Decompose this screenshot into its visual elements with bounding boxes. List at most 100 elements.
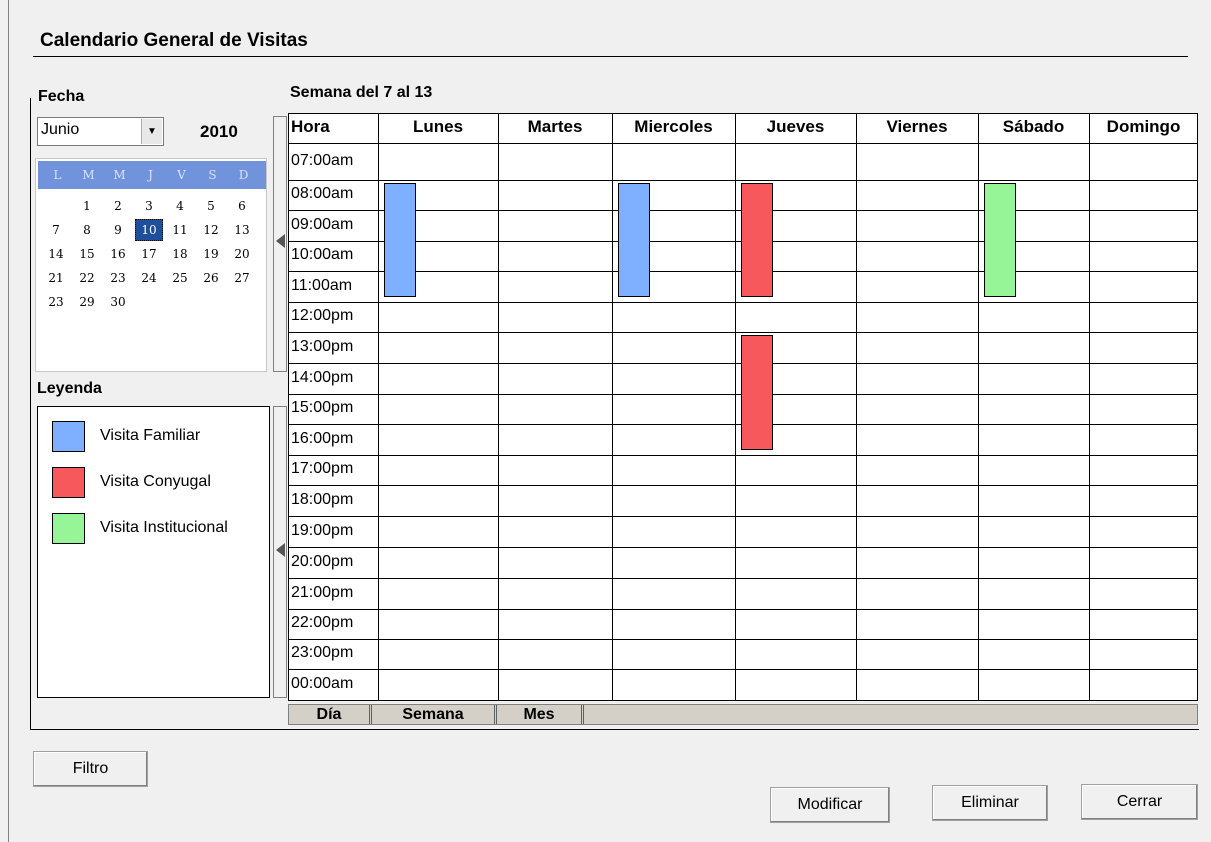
visit-event-block[interactable] — [741, 335, 773, 450]
visit-event-block[interactable] — [384, 183, 416, 297]
calendar-day[interactable]: 7 — [42, 219, 70, 241]
calendar-day[interactable]: 17 — [135, 243, 163, 265]
calendar-day[interactable]: 2 — [104, 195, 132, 217]
grid-hline — [288, 302, 1198, 303]
hour-label: 14:00pm — [291, 368, 354, 386]
hour-label: 19:00pm — [291, 521, 354, 539]
hour-label: 11:00am — [291, 276, 353, 294]
calendar-day[interactable]: 3 — [135, 195, 163, 217]
day-column-header[interactable]: Viernes — [856, 117, 978, 137]
hour-label: 08:00am — [291, 185, 354, 202]
calendar-day[interactable]: 1 — [73, 195, 101, 217]
legend-item-label: Visita Institucional — [100, 519, 228, 536]
view-tab-1[interactable]: Semana — [372, 705, 497, 724]
visit-event-block[interactable] — [984, 183, 1016, 297]
calendar-day[interactable]: 23 — [104, 267, 132, 289]
grid-hline — [288, 700, 1198, 701]
calendar-day[interactable]: 12 — [197, 219, 225, 241]
hour-label: 10:00am — [291, 246, 354, 263]
grid-vline — [856, 113, 857, 701]
legend-swatch — [52, 421, 85, 452]
hour-label: 00:00am — [291, 675, 354, 692]
weekday-initial: M — [82, 168, 95, 182]
day-column-header[interactable]: Sábado — [978, 117, 1089, 137]
calendar-day[interactable]: 13 — [228, 219, 256, 241]
chevron-down-icon[interactable]: ▼ — [141, 119, 162, 144]
day-column-header[interactable]: Jueves — [735, 117, 856, 137]
hour-label: 07:00am — [291, 151, 354, 169]
grid-hline — [288, 669, 1198, 670]
mini-calendar: LMMJVSD 1 2 3 4 5 6 7 8 9 10 11 12 13 14 15 16 17 18 19 20 2… — [35, 158, 267, 372]
legend-swatch — [52, 467, 85, 498]
legend-label: Leyenda — [37, 380, 102, 397]
weekday-initial: M — [113, 168, 126, 182]
calendar-day[interactable]: 18 — [166, 243, 194, 265]
day-column-header[interactable]: Martes — [498, 117, 612, 137]
selected-day[interactable]: 10 — [135, 219, 163, 241]
day-column-header[interactable]: Domingo — [1089, 117, 1198, 137]
weekday-initial: L — [53, 168, 62, 182]
calendar-day[interactable]: 26 — [197, 267, 225, 289]
title-divider — [33, 56, 1188, 57]
month-select-value: Junio — [41, 121, 80, 138]
mini-calendar-week: 23 29 30 — [42, 291, 259, 313]
day-column-header[interactable]: Lunes — [378, 117, 498, 137]
calendar-day[interactable]: 11 — [166, 219, 194, 241]
calendar-day[interactable]: 16 — [104, 243, 132, 265]
calendar-day[interactable]: 30 — [104, 291, 132, 313]
hour-label: 15:00pm — [291, 399, 354, 416]
calendar-day[interactable]: 5 — [197, 195, 225, 217]
hour-label: 22:00pm — [291, 614, 354, 631]
mini-calendar-weekdays: LMMJVSD — [38, 161, 266, 189]
mini-calendar-week: 7 8 9 10 11 12 13 — [42, 219, 259, 241]
calendar-day[interactable]: 6 — [228, 195, 256, 217]
collapse-left-icon[interactable] — [276, 234, 285, 248]
calendar-day[interactable]: 29 — [73, 291, 101, 313]
collapse-left-icon[interactable] — [276, 543, 285, 557]
grid-hline — [288, 609, 1198, 610]
visit-event-block[interactable] — [618, 183, 650, 297]
grid-hline — [288, 113, 1198, 114]
empty-day — [135, 291, 163, 313]
hour-label: 23:00pm — [291, 644, 354, 661]
calendar-day[interactable]: 15 — [73, 243, 101, 265]
empty-day — [166, 291, 194, 313]
calendar-day[interactable]: 9 — [104, 219, 132, 241]
modify-button[interactable]: Modificar — [770, 787, 890, 823]
close-button[interactable]: Cerrar — [1081, 784, 1198, 820]
day-column-header[interactable]: Miercoles — [612, 117, 735, 137]
hour-label: 21:00pm — [291, 583, 354, 601]
legend-box: Visita Familiar Visita Conyugal Visita Ins… — [37, 406, 270, 698]
visit-event-block[interactable] — [741, 183, 773, 297]
grid-vline — [612, 113, 613, 701]
filter-button[interactable]: Filtro — [33, 751, 148, 787]
calendar-day[interactable]: 8 — [73, 219, 101, 241]
year-label: 2010 — [200, 122, 238, 141]
grid-vline — [1089, 113, 1090, 701]
calendar-day[interactable]: 21 — [42, 267, 70, 289]
calendar-day[interactable]: 14 — [42, 243, 70, 265]
weekday-initial: V — [177, 168, 186, 182]
calendar-day[interactable]: 24 — [135, 267, 163, 289]
calendar-day[interactable]: 22 — [73, 267, 101, 289]
calendar-day[interactable]: 23 — [42, 291, 70, 313]
hour-column-header: Hora — [291, 117, 330, 136]
view-tab-0[interactable]: Día — [289, 705, 372, 724]
week-label: Semana del 7 al 13 — [290, 84, 433, 101]
hour-label: 20:00pm — [291, 552, 354, 570]
delete-button[interactable]: Eliminar — [932, 785, 1048, 821]
calendar-day[interactable]: 4 — [166, 195, 194, 217]
hour-label: 17:00pm — [291, 460, 354, 477]
grid-hline — [288, 180, 1198, 181]
calendar-day[interactable]: 20 — [228, 243, 256, 265]
month-select[interactable]: Junio ▼ — [37, 117, 164, 146]
grid-hline — [288, 485, 1198, 486]
calendar-day[interactable]: 19 — [197, 243, 225, 265]
calendar-day[interactable]: 25 — [166, 267, 194, 289]
empty-day — [197, 291, 225, 313]
grid-hline — [288, 332, 1198, 333]
legend-item-label: Visita Conyugal — [100, 473, 211, 490]
calendar-day[interactable]: 27 — [228, 267, 256, 289]
empty-day — [228, 291, 256, 313]
view-tab-2[interactable]: Mes — [497, 705, 584, 724]
